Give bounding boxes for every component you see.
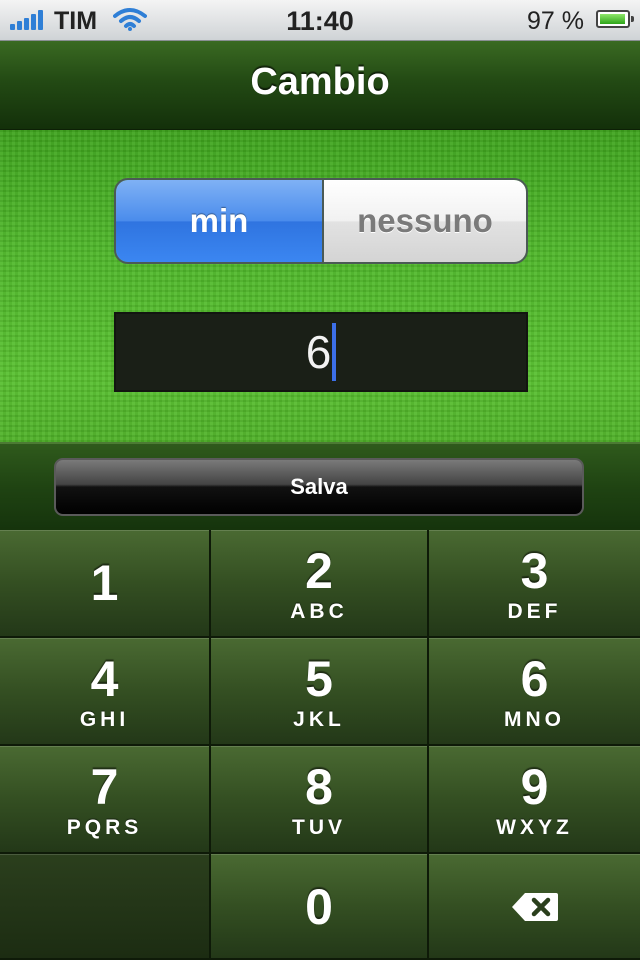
battery-level: [600, 14, 626, 24]
save-button[interactable]: Salva: [54, 458, 584, 516]
key-2[interactable]: 2 ABC: [211, 530, 429, 638]
segment-min[interactable]: min: [116, 180, 324, 262]
key-letters: WXYZ: [496, 816, 573, 839]
unit-segmented-control[interactable]: min nessuno: [114, 178, 528, 264]
navigation-bar: Cambio: [0, 41, 640, 131]
key-5[interactable]: 5 JKL: [211, 638, 429, 746]
key-digit: 3: [520, 543, 549, 599]
key-letters: PQRS: [66, 816, 143, 839]
value-text: 6: [305, 326, 332, 378]
key-digit: 8: [305, 759, 333, 815]
text-cursor: [332, 323, 337, 381]
battery-icon: [596, 10, 634, 28]
key-digit: 0: [305, 879, 333, 935]
toolbar: Salva: [0, 442, 640, 532]
key-digit: 4: [90, 651, 119, 707]
key-digit: 9: [520, 759, 549, 815]
key-letters: ABC: [290, 600, 348, 623]
key-letters: JKL: [293, 708, 345, 731]
key-letters: TUV: [292, 816, 346, 839]
key-digit: 7: [90, 759, 119, 815]
key-letters: GHI: [79, 708, 130, 731]
key-6[interactable]: 6 MNO: [429, 638, 640, 746]
key-3[interactable]: 3 DEF: [429, 530, 640, 638]
key-blank: [0, 854, 211, 960]
key-0[interactable]: 0: [211, 854, 429, 960]
key-digit: 6: [520, 651, 549, 707]
key-digit: 1: [90, 555, 119, 611]
segment-nessuno[interactable]: nessuno: [324, 180, 526, 262]
key-4[interactable]: 4 GHI: [0, 638, 211, 746]
page-title: Cambio: [250, 61, 390, 103]
delete-key[interactable]: [429, 854, 640, 960]
key-7[interactable]: 7 PQRS: [0, 746, 211, 854]
content-area: min nessuno 6: [0, 130, 640, 442]
number-keypad: 1 2 ABC 3 DEF 4 GHI 5 JKL 6 MNO 7 PQRS 8…: [0, 530, 640, 960]
key-letters: MNO: [504, 708, 565, 731]
battery-percentage: 97 %: [527, 7, 584, 35]
backspace-icon: [512, 893, 558, 921]
key-letters: DEF: [507, 600, 562, 623]
value-input[interactable]: 6: [114, 312, 528, 392]
key-1[interactable]: 1: [0, 530, 211, 638]
key-digit: 5: [305, 651, 333, 707]
key-9[interactable]: 9 WXYZ: [429, 746, 640, 854]
key-8[interactable]: 8 TUV: [211, 746, 429, 854]
key-digit: 2: [305, 543, 333, 599]
status-bar: TIM 11:40 97 %: [0, 0, 640, 41]
